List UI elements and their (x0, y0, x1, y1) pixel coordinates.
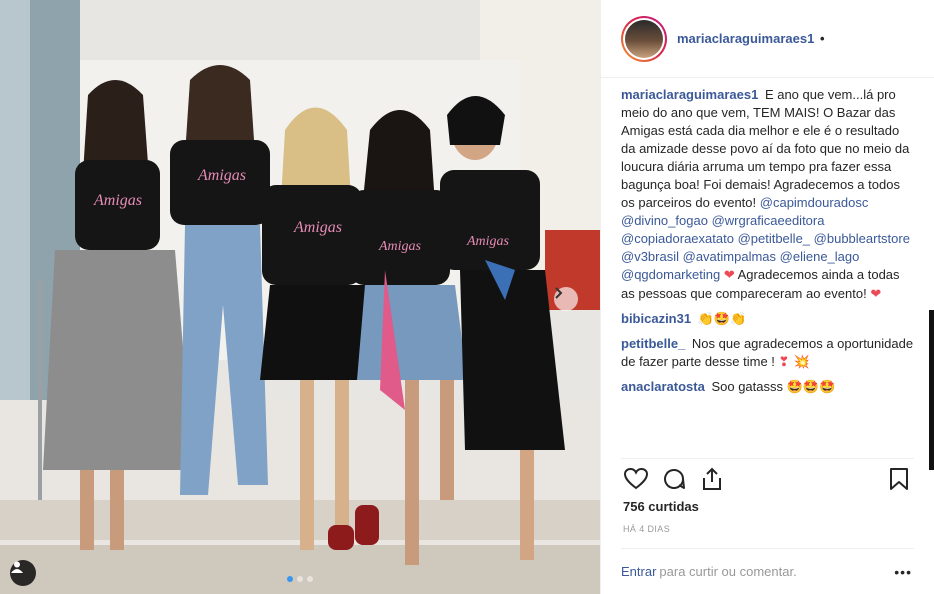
svg-text:Amigas: Amigas (93, 192, 142, 209)
caption-text: E ano que vem...lá pro meio do ano que v… (621, 87, 910, 210)
carousel-next-button[interactable] (554, 287, 578, 311)
share-button[interactable] (697, 464, 727, 494)
mention-link[interactable]: @wrgraficaeeditora (712, 213, 825, 228)
heart-icon (624, 467, 648, 489)
action-bar (621, 458, 914, 498)
heart-emoji: ❤ (870, 287, 882, 302)
comment-username[interactable]: anaclaratosta (621, 379, 705, 394)
chevron-right-icon (555, 287, 563, 299)
mention-link[interactable]: @avatimpalmas (683, 249, 776, 264)
like-button[interactable] (621, 464, 651, 494)
caption-username[interactable]: mariaclaraguimaraes1 (621, 87, 758, 102)
share-icon (703, 467, 721, 490)
header-username-text[interactable]: mariaclaraguimaraes1 (677, 31, 814, 46)
header-username[interactable]: mariaclaraguimaraes1 • (677, 31, 825, 46)
heart-emoji: ❤ (723, 268, 735, 283)
carousel-dot (287, 576, 293, 582)
comment-emoji: ❣ 💥 (778, 355, 810, 370)
login-link[interactable]: Entrar (621, 564, 656, 579)
mention-link[interactable]: @divino_fogao (621, 213, 708, 228)
comment-text: Soo gatasss (711, 379, 783, 394)
comments-list: mariaclaraguimaraes1 E ano que vem...lá … (621, 86, 914, 456)
more-options-button[interactable]: ••• (892, 564, 914, 580)
add-comment-prompt: Entrar para curtir ou comentar. (621, 564, 892, 579)
caption: mariaclaraguimaraes1 E ano que vem...lá … (621, 86, 914, 304)
tagged-users-button[interactable] (10, 560, 36, 586)
mention-link[interactable]: @bubbleartstore (814, 231, 910, 246)
user-tag-icon (11, 561, 23, 573)
avatar-image (625, 19, 663, 58)
mention-link[interactable]: @eliene_lago (780, 249, 860, 264)
header-separator: • (819, 31, 825, 46)
comment-text: 👏🤩👏 (697, 312, 747, 327)
likes-count[interactable]: 756 curtidas (623, 499, 699, 514)
comment-item: bibicazin31 👏🤩👏 (621, 310, 914, 329)
svg-text:Amigas: Amigas (197, 167, 246, 184)
bookmark-icon (890, 467, 908, 490)
carousel-dot (297, 576, 303, 582)
avatar (623, 17, 665, 60)
carousel-dot (307, 576, 313, 582)
add-comment-bar: Entrar para curtir ou comentar. ••• (621, 548, 914, 594)
comment-emoji: 🤩🤩🤩 (786, 380, 836, 395)
add-comment-text: para curtir ou comentar. (659, 564, 797, 579)
mention-link[interactable]: @petitbelle_ (738, 231, 810, 246)
mention-link[interactable]: @v3brasil (621, 249, 679, 264)
mention-link[interactable]: @qgdomarketing (621, 267, 720, 282)
comment-icon (664, 468, 685, 489)
mention-link[interactable]: @capimdouradosc (760, 195, 869, 210)
post-sidebar: mariaclaraguimaraes1 • mariaclaraguimara… (600, 0, 934, 594)
comment-username[interactable]: bibicazin31 (621, 311, 691, 326)
scrollbar[interactable] (929, 310, 934, 470)
mention-link[interactable]: @copiadoraexatato (621, 231, 734, 246)
comment-button[interactable] (659, 464, 689, 494)
comment-item: petitbelle_ Nos que agradecemos a oportu… (621, 335, 914, 372)
post-photo[interactable]: Amigas Amigas Amigas Amigas Amigas (0, 0, 600, 594)
post-view: Amigas Amigas Amigas Amigas Amigas maria… (0, 0, 934, 594)
save-button[interactable] (884, 464, 914, 494)
post-header: mariaclaraguimaraes1 • (601, 0, 934, 78)
post-date[interactable]: HÁ 4 DIAS (623, 524, 670, 534)
story-ring[interactable] (621, 15, 667, 62)
photo-illustration: Amigas Amigas Amigas Amigas Amigas (0, 0, 600, 594)
carousel-indicator (287, 576, 313, 582)
svg-text:Amigas: Amigas (378, 239, 422, 254)
comment-username[interactable]: petitbelle_ (621, 336, 685, 351)
svg-text:Amigas: Amigas (466, 234, 510, 249)
comment-item: anaclaratosta Soo gatasss 🤩🤩🤩 (621, 378, 914, 397)
svg-text:Amigas: Amigas (293, 219, 342, 236)
